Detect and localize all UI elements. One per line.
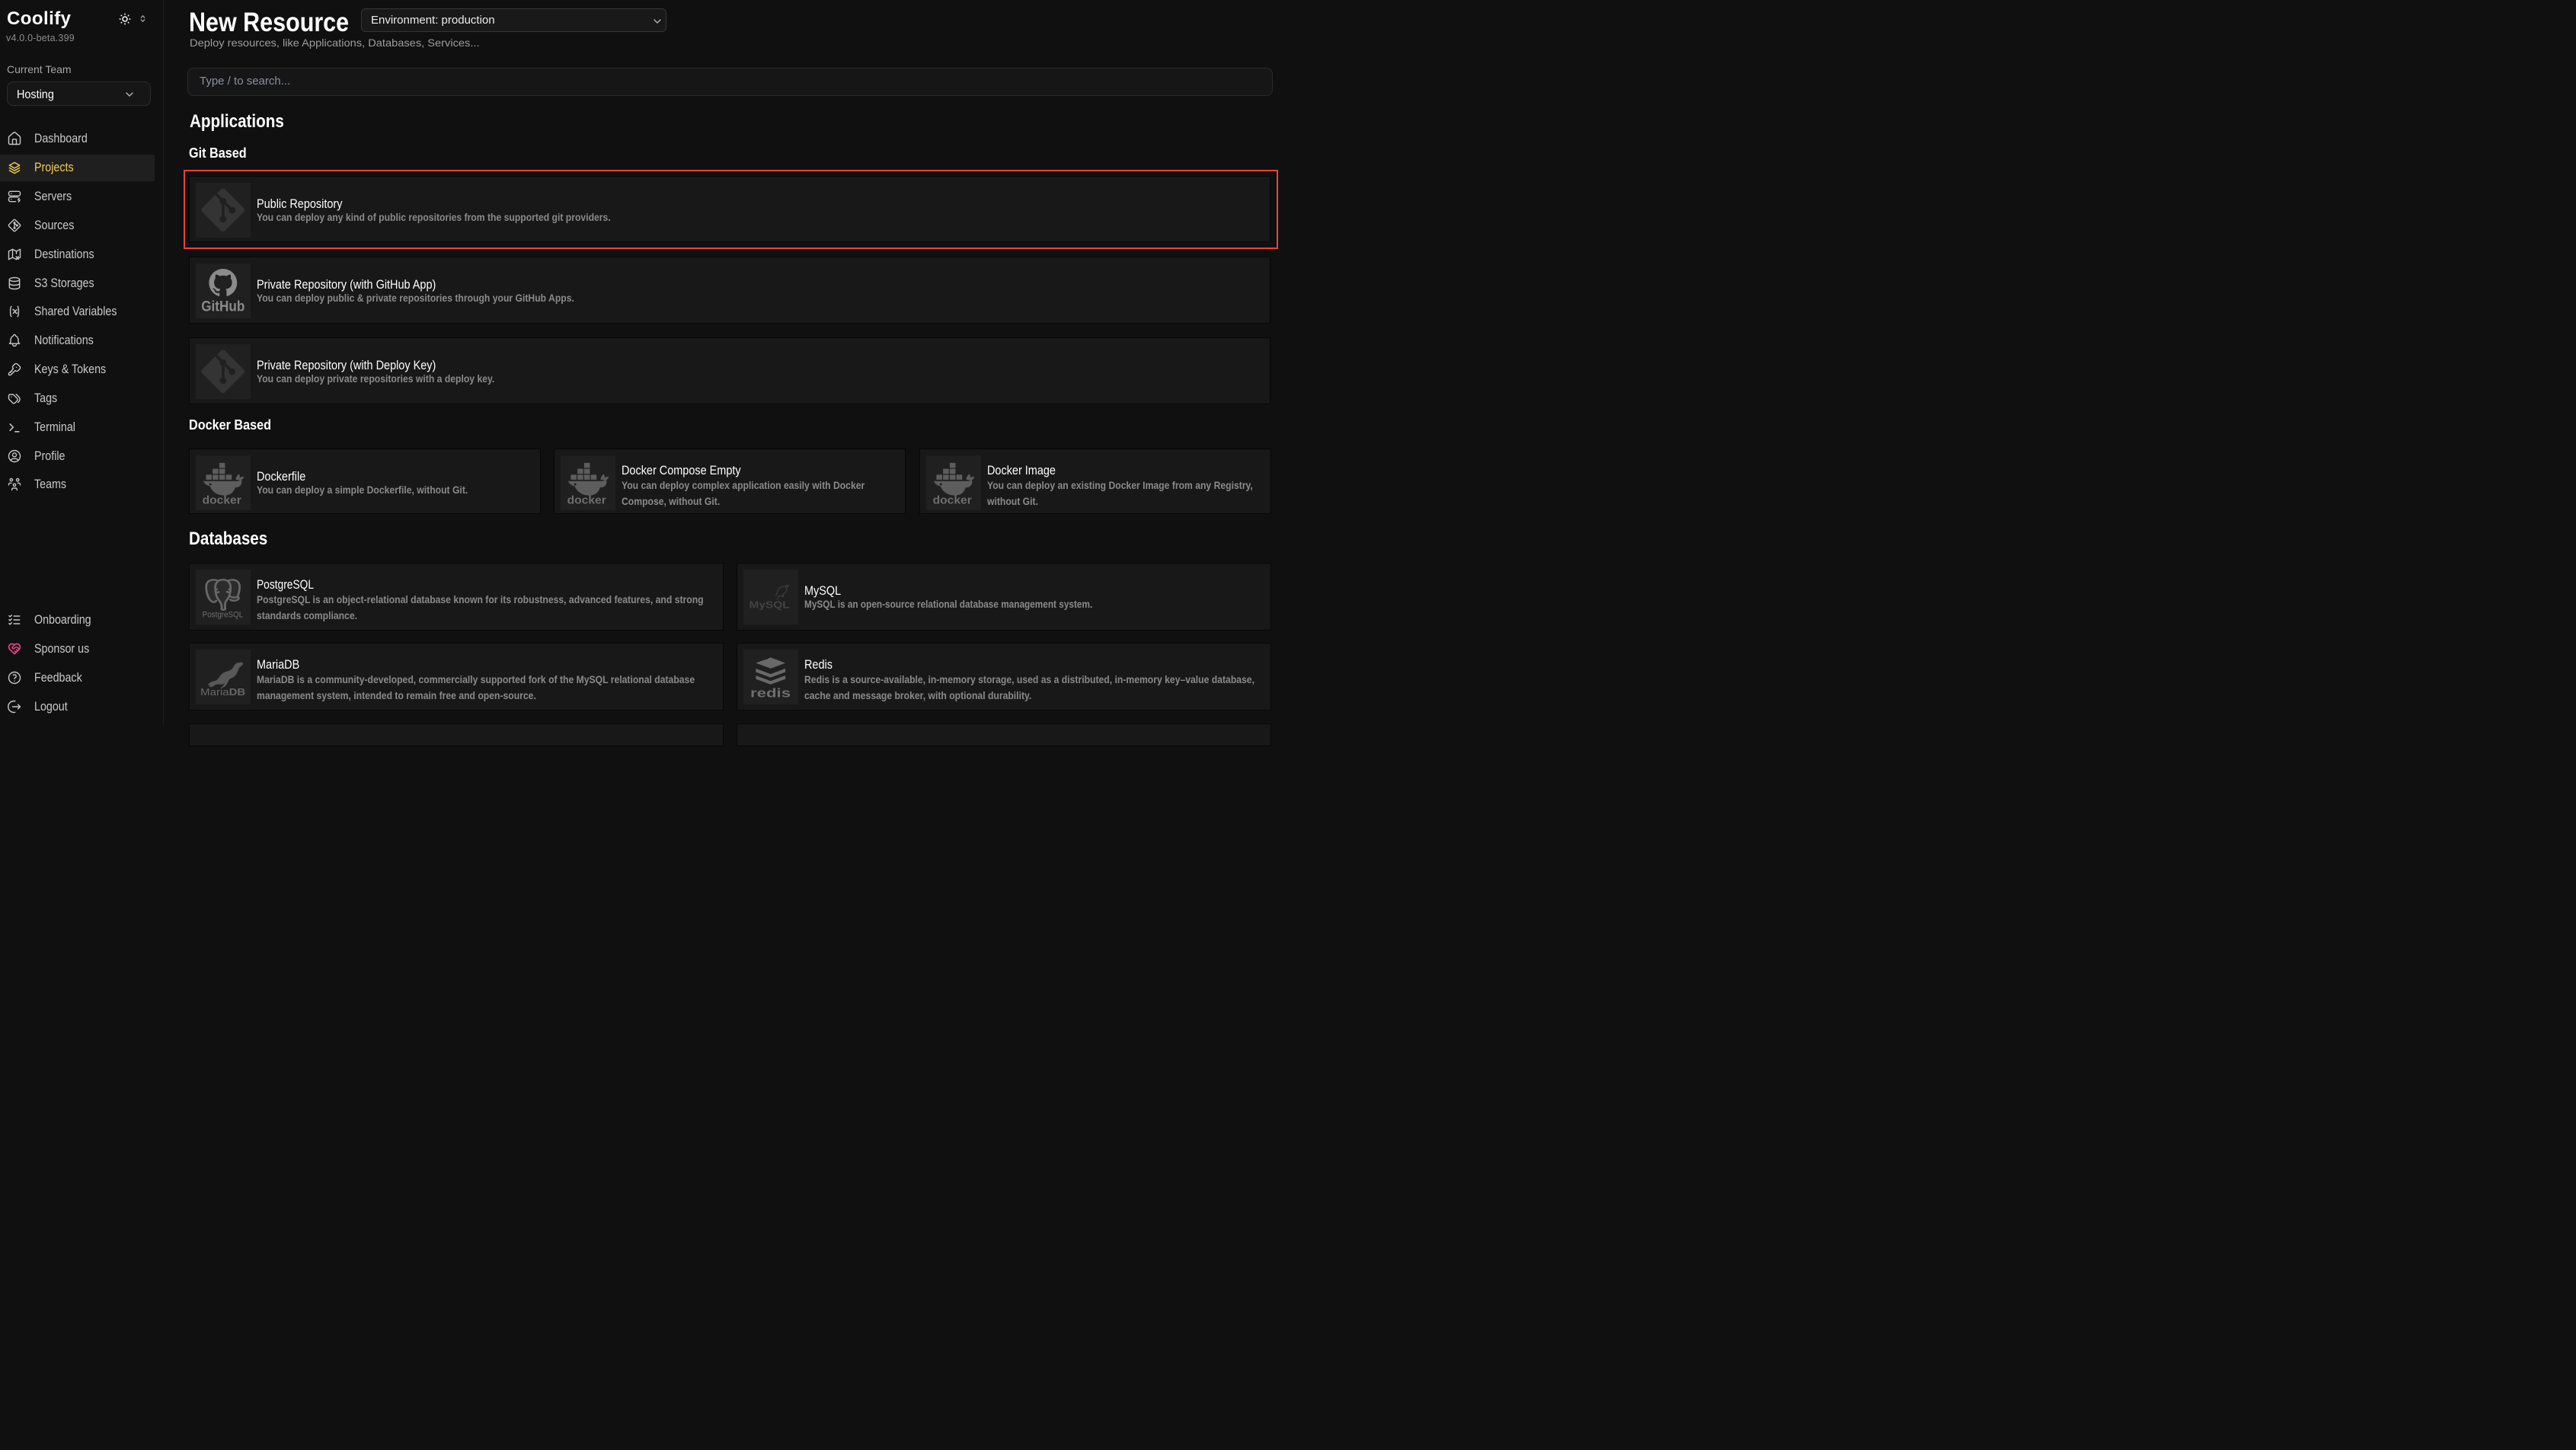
svg-text:MySQL: MySQL <box>749 599 789 610</box>
svg-text:PostgreSQL: PostgreSQL <box>203 610 244 619</box>
svg-text:docker: docker <box>932 495 972 507</box>
svg-text:docker: docker <box>567 495 607 507</box>
svg-text:docker: docker <box>203 495 242 507</box>
svg-text:GitHub: GitHub <box>201 298 244 315</box>
svg-text:MariaDB: MariaDB <box>200 686 245 698</box>
svg-text:redis: redis <box>750 687 791 701</box>
